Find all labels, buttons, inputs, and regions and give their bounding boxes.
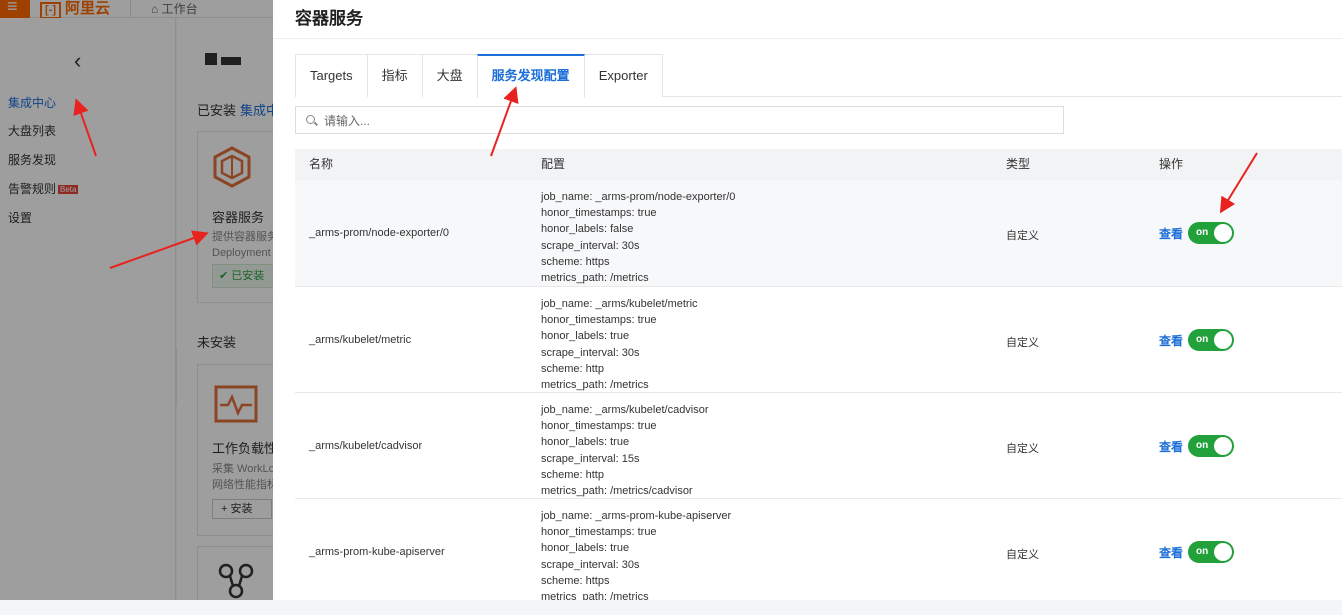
- header-action: 操作: [1159, 157, 1184, 171]
- toggle-knob: [1214, 331, 1232, 349]
- config-line: honor_timestamps: true: [541, 207, 657, 220]
- row-type: 自定义: [1006, 549, 1039, 561]
- enable-toggle[interactable]: on: [1188, 541, 1234, 563]
- container-service-drawer: 容器服务 Targets 指标 大盘 服务发现配置 Exporter 名称 配置…: [273, 0, 1342, 600]
- view-button[interactable]: 查看: [1159, 332, 1183, 349]
- row-type: 自定义: [1006, 337, 1039, 349]
- enable-toggle[interactable]: on: [1188, 435, 1234, 457]
- config-line: scrape_interval: 30s: [541, 239, 640, 252]
- tab-service-discovery-config[interactable]: 服务发现配置: [476, 54, 585, 98]
- enable-toggle[interactable]: on: [1188, 222, 1234, 244]
- toggle-knob: [1214, 437, 1232, 455]
- drawer-title: 容器服务: [295, 9, 363, 28]
- view-button[interactable]: 查看: [1159, 544, 1183, 561]
- table-row: _arms/kubelet/cadvisor job_name: _arms/k…: [295, 393, 1342, 499]
- row-config: job_name: _arms-prom-kube-apiserver hono…: [541, 508, 731, 600]
- toggle-knob: [1214, 224, 1232, 242]
- search-input[interactable]: [324, 111, 1044, 131]
- config-line: honor_labels: true: [541, 330, 630, 343]
- tab-targets[interactable]: Targets: [295, 54, 368, 97]
- row-type: 自定义: [1006, 230, 1039, 242]
- row-name: _arms-prom-kube-apiserver: [309, 546, 445, 558]
- config-line: scrape_interval: 15s: [541, 452, 640, 465]
- config-line: scrape_interval: 30s: [541, 558, 640, 571]
- config-line: job_name: _arms-prom-kube-apiserver: [541, 510, 732, 522]
- table-row: _arms-prom/node-exporter/0 job_name: _ar…: [295, 180, 1342, 287]
- view-button[interactable]: 查看: [1159, 438, 1183, 455]
- config-line: job_name: _arms-prom/node-exporter/0: [541, 191, 736, 203]
- bottom-strip: [0, 600, 1342, 615]
- config-line: honor_labels: true: [541, 436, 630, 449]
- row-name: _arms/kubelet/metric: [309, 334, 412, 346]
- row-type: 自定义: [1006, 443, 1039, 455]
- search-icon: [306, 115, 315, 124]
- drawer-tabs: Targets 指标 大盘 服务发现配置 Exporter: [295, 54, 1342, 98]
- row-name: _arms-prom/node-exporter/0: [309, 227, 450, 239]
- header-type: 类型: [1006, 157, 1031, 171]
- enable-toggle[interactable]: on: [1188, 329, 1234, 351]
- toggle-label: on: [1196, 440, 1209, 451]
- config-line: metrics_path: /metrics/cadvisor: [541, 485, 693, 498]
- config-line: metrics_path: /metrics: [541, 379, 649, 392]
- search-box: [295, 106, 1064, 134]
- config-line: honor_timestamps: true: [541, 420, 657, 433]
- config-line: honor_labels: false: [541, 223, 634, 236]
- toggle-label: on: [1196, 546, 1209, 557]
- config-line: honor_labels: true: [541, 542, 630, 555]
- config-line: scrape_interval: 30s: [541, 346, 640, 359]
- config-line: scheme: http: [541, 468, 604, 481]
- row-config: job_name: _arms/kubelet/cadvisor honor_t…: [541, 402, 709, 499]
- row-config: job_name: _arms-prom/node-exporter/0 hon…: [541, 189, 735, 286]
- toggle-knob: [1214, 543, 1232, 561]
- tab-dashboards[interactable]: 大盘: [421, 54, 478, 97]
- config-line: honor_timestamps: true: [541, 314, 657, 327]
- config-line: metrics_path: /metrics: [541, 272, 649, 285]
- config-line: scheme: https: [541, 255, 610, 268]
- service-discovery-table: 名称 配置 类型 操作 _arms-prom/node-exporter/0 j…: [295, 149, 1342, 600]
- table-header: 名称 配置 类型 操作: [295, 149, 1342, 180]
- row-name: _arms/kubelet/cadvisor: [309, 440, 423, 452]
- config-line: scheme: http: [541, 362, 604, 375]
- config-line: job_name: _arms/kubelet/metric: [541, 298, 698, 310]
- header-name: 名称: [309, 157, 334, 171]
- table-row: _arms-prom-kube-apiserver job_name: _arm…: [295, 499, 1342, 600]
- toggle-label: on: [1196, 227, 1209, 238]
- config-line: honor_timestamps: true: [541, 526, 657, 539]
- config-line: metrics_path: /metrics: [541, 591, 649, 600]
- config-line: job_name: _arms/kubelet/cadvisor: [541, 404, 709, 416]
- header-config: 配置: [541, 157, 566, 171]
- tab-metrics[interactable]: 指标: [366, 54, 423, 97]
- modal-backdrop[interactable]: [0, 0, 273, 615]
- config-line: scheme: https: [541, 574, 610, 587]
- table-row: _arms/kubelet/metric job_name: _arms/kub…: [295, 287, 1342, 393]
- drawer-divider: [273, 38, 1342, 39]
- view-button[interactable]: 查看: [1159, 225, 1183, 242]
- toggle-label: on: [1196, 334, 1209, 345]
- row-config: job_name: _arms/kubelet/metric honor_tim…: [541, 296, 698, 393]
- tab-exporter[interactable]: Exporter: [583, 54, 663, 97]
